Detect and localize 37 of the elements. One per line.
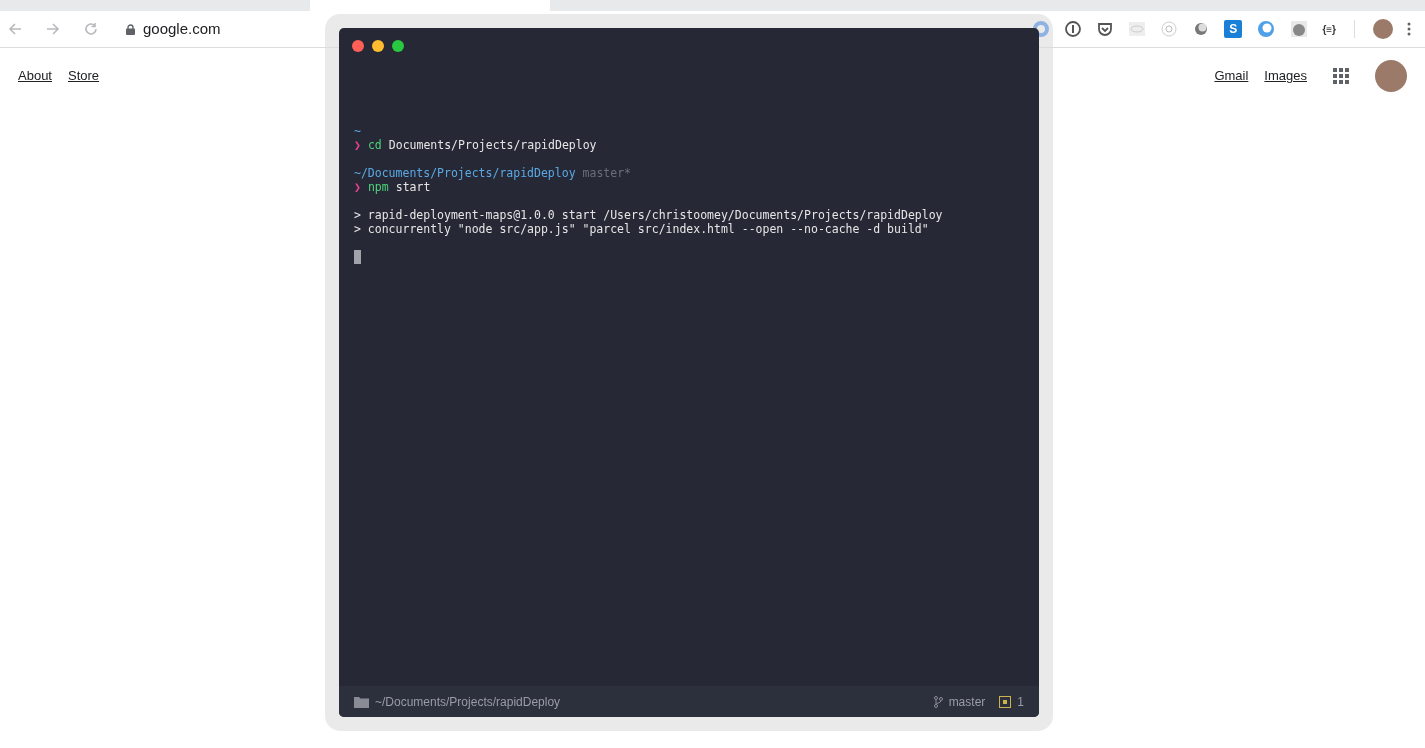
- avatar-icon[interactable]: [1375, 60, 1407, 92]
- apps-grid-icon[interactable]: [1333, 68, 1349, 84]
- avatar-icon[interactable]: [1373, 19, 1393, 39]
- command-name: npm: [367, 180, 389, 194]
- command-args: start: [395, 180, 431, 194]
- prompt-symbol: ❯: [354, 138, 361, 152]
- change-count: 1: [1017, 693, 1024, 711]
- nav-link[interactable]: About: [18, 66, 52, 86]
- command-name: cd: [367, 138, 382, 152]
- lock-icon: [126, 23, 135, 35]
- text-cursor: [354, 250, 361, 264]
- folder-icon: [354, 695, 369, 708]
- pocket-icon[interactable]: [1096, 20, 1115, 38]
- status-path: ~/Documents/Projects/rapidDeploy: [375, 693, 561, 711]
- json-icon[interactable]: {≡}: [1322, 21, 1336, 37]
- info-icon[interactable]: [1064, 20, 1083, 38]
- minimize-button[interactable]: [372, 40, 384, 52]
- prompt-symbol: ❯: [354, 180, 361, 194]
- branch-icon: [933, 695, 943, 708]
- command-args: Documents/Projects/rapidDeploy: [388, 138, 597, 152]
- nav-link[interactable]: Gmail: [1214, 66, 1249, 86]
- blob-icon[interactable]: [1290, 20, 1309, 38]
- changes-icon: [999, 695, 1012, 708]
- menu-icon[interactable]: [1407, 22, 1411, 36]
- nav-link[interactable]: Images: [1264, 66, 1307, 86]
- s-icon[interactable]: S: [1224, 20, 1243, 38]
- url-text[interactable]: google.com: [143, 17, 221, 41]
- ring-icon[interactable]: [1032, 20, 1051, 38]
- zoom-button[interactable]: [392, 40, 404, 52]
- output-line: > rapid-deployment-maps@1.0.0 start /Users/christoomey/Documents/Projects/rapidDeploy: [354, 208, 943, 222]
- output-line: > concurrently "node src/app.js" "parcel src/index.html --open --no-cache -d build": [354, 222, 929, 236]
- nav-link[interactable]: Store: [68, 66, 100, 86]
- close-button[interactable]: [352, 40, 364, 52]
- prompt-path: ~: [354, 124, 361, 138]
- status-branch: master: [948, 693, 986, 711]
- git-branch: master*: [582, 166, 632, 180]
- prompt-path: ~/Documents/Projects/rapidDeploy: [354, 166, 576, 180]
